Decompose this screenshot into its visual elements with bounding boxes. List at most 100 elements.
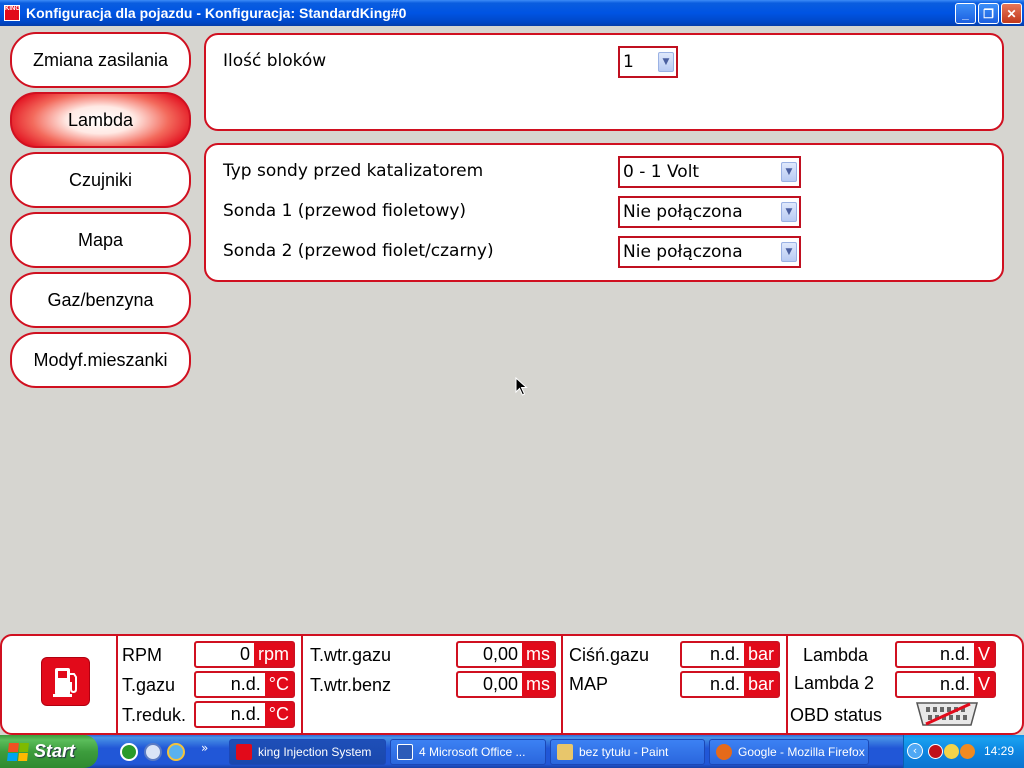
map-value: n.d. bbox=[709, 674, 740, 694]
lambda-value: n.d. bbox=[939, 644, 970, 664]
blocks-panel: Ilość bloków 1 ▼ bbox=[204, 33, 1004, 131]
cisn-gazu-label: Ciśń.gazu bbox=[569, 645, 650, 665]
taskbar-item-label: king Injection System bbox=[258, 745, 372, 759]
probe1-value: Nie połączona bbox=[623, 202, 743, 222]
title-bar[interactable]: KING Konfiguracja dla pojazdu - Konfigur… bbox=[0, 0, 1024, 26]
tray-messenger-icon[interactable] bbox=[944, 744, 959, 759]
lambda2-display: n.d. V bbox=[895, 671, 996, 698]
t-gazu-label: T.gazu bbox=[122, 675, 176, 695]
tray-collapse-button[interactable]: ‹ bbox=[907, 743, 923, 759]
taskbar-item-label: 4 Microsoft Office ... bbox=[419, 745, 526, 759]
internet-explorer-icon[interactable] bbox=[167, 743, 185, 761]
blocks-count-select[interactable]: 1 ▼ bbox=[618, 46, 678, 78]
probe2-label: Sonda 2 (przewod fiolet/czarny) bbox=[223, 241, 494, 261]
map-label: MAP bbox=[569, 674, 609, 694]
map-display: n.d. bar bbox=[680, 671, 780, 698]
map-unit: bar bbox=[743, 673, 778, 696]
status-divider bbox=[561, 636, 563, 733]
t-reduk-label: T.reduk. bbox=[122, 705, 187, 725]
rpm-label: RPM bbox=[122, 645, 162, 665]
start-label: Start bbox=[34, 741, 76, 761]
blocks-count-value: 1 bbox=[623, 52, 634, 72]
system-tray: ‹ 14:29 bbox=[903, 735, 1024, 768]
paint-icon bbox=[557, 744, 573, 760]
lambda-label: Lambda bbox=[803, 645, 869, 665]
taskbar-item-label: bez tytułu - Paint bbox=[579, 745, 669, 759]
utorrent-icon[interactable] bbox=[120, 743, 138, 761]
t-gazu-value: n.d. bbox=[230, 674, 261, 694]
blocks-count-label: Ilość bloków bbox=[223, 51, 327, 71]
lambda-display: n.d. V bbox=[895, 641, 996, 668]
nav-modyf-mieszanki[interactable]: Modyf.mieszanki bbox=[10, 332, 191, 388]
probe1-label: Sonda 1 (przewod fioletowy) bbox=[223, 201, 467, 221]
probe-type-label: Typ sondy przed katalizatorem bbox=[223, 161, 484, 181]
t-gazu-unit: °C bbox=[264, 673, 293, 696]
t-wtr-benz-label: T.wtr.benz bbox=[310, 675, 392, 695]
tray-record-icon[interactable] bbox=[928, 744, 943, 759]
chevron-down-icon[interactable]: ▼ bbox=[781, 242, 797, 262]
lambda-unit: V bbox=[973, 643, 994, 666]
chevron-down-icon[interactable]: ▼ bbox=[658, 52, 674, 72]
main-content: Zmiana zasilania Lambda Czujniki Mapa Ga… bbox=[0, 26, 1024, 634]
chevron-down-icon[interactable]: ▼ bbox=[781, 162, 797, 182]
fuel-pump-icon[interactable] bbox=[42, 658, 89, 705]
status-bar: RPM 0 rpm T.gazu n.d. °C T.reduk. n.d. °… bbox=[0, 634, 1024, 735]
probe-panel: Typ sondy przed katalizatorem 0 - 1 Volt… bbox=[204, 143, 1004, 282]
rpm-unit: rpm bbox=[254, 643, 293, 666]
explorer-icon[interactable] bbox=[144, 743, 162, 761]
quick-launch-more[interactable]: » bbox=[201, 741, 208, 755]
window-title: Konfiguracja dla pojazdu - Konfiguracja:… bbox=[26, 5, 407, 21]
king-app-icon: KING bbox=[4, 5, 20, 21]
clock: 14:29 bbox=[983, 744, 1014, 758]
nav-zmiana-zasilania[interactable]: Zmiana zasilania bbox=[10, 32, 191, 88]
taskbar-item-paint[interactable]: bez tytułu - Paint bbox=[550, 739, 705, 765]
taskbar-item-firefox[interactable]: Google - Mozilla Firefox bbox=[709, 739, 869, 765]
t-gazu-display: n.d. °C bbox=[194, 671, 295, 698]
rpm-display: 0 rpm bbox=[194, 641, 295, 668]
word-icon bbox=[397, 744, 413, 760]
nav-lambda[interactable]: Lambda bbox=[10, 92, 191, 148]
firefox-icon bbox=[716, 744, 732, 760]
cisn-gazu-value: n.d. bbox=[709, 644, 740, 664]
t-reduk-value: n.d. bbox=[230, 704, 261, 724]
status-divider bbox=[116, 636, 118, 733]
close-button[interactable]: ✕ bbox=[1001, 3, 1022, 24]
obd-connector-icon bbox=[916, 702, 978, 726]
t-wtr-gazu-display: 0,00 ms bbox=[456, 641, 556, 668]
probe2-select[interactable]: Nie połączona ▼ bbox=[618, 236, 801, 268]
taskbar-item-king[interactable]: king Injection System bbox=[229, 739, 386, 765]
t-wtr-gazu-unit: ms bbox=[522, 643, 554, 666]
minimize-button[interactable]: _ bbox=[955, 3, 976, 24]
obd-status-label: OBD status bbox=[790, 705, 883, 725]
taskbar: Start » king Injection System 4 Microsof… bbox=[0, 735, 1024, 768]
start-button[interactable]: Start bbox=[0, 735, 98, 768]
status-divider bbox=[301, 636, 303, 733]
nav-mapa[interactable]: Mapa bbox=[10, 212, 191, 268]
probe-type-value: 0 - 1 Volt bbox=[623, 162, 700, 182]
tray-update-icon[interactable] bbox=[960, 744, 975, 759]
taskbar-item-office[interactable]: 4 Microsoft Office ... bbox=[390, 739, 546, 765]
status-divider bbox=[786, 636, 788, 733]
mouse-cursor-icon bbox=[515, 377, 528, 396]
cisn-gazu-unit: bar bbox=[743, 643, 778, 666]
probe-type-select[interactable]: 0 - 1 Volt ▼ bbox=[618, 156, 801, 188]
lambda2-unit: V bbox=[973, 673, 994, 696]
t-wtr-benz-display: 0,00 ms bbox=[456, 671, 556, 698]
windows-logo-icon bbox=[7, 742, 29, 761]
probe1-select[interactable]: Nie połączona ▼ bbox=[618, 196, 801, 228]
lambda2-value: n.d. bbox=[939, 674, 970, 694]
taskbar-item-label: Google - Mozilla Firefox bbox=[738, 745, 865, 759]
t-wtr-benz-unit: ms bbox=[522, 673, 554, 696]
cisn-gazu-display: n.d. bar bbox=[680, 641, 780, 668]
nav-czujniki[interactable]: Czujniki bbox=[10, 152, 191, 208]
king-app-icon bbox=[236, 744, 252, 760]
t-wtr-gazu-label: T.wtr.gazu bbox=[310, 645, 392, 665]
lambda2-label: Lambda 2 bbox=[794, 673, 875, 693]
chevron-down-icon[interactable]: ▼ bbox=[781, 202, 797, 222]
probe2-value: Nie połączona bbox=[623, 242, 743, 262]
t-reduk-display: n.d. °C bbox=[194, 701, 295, 728]
nav-gaz-benzyna[interactable]: Gaz/benzyna bbox=[10, 272, 191, 328]
maximize-button[interactable]: ❐ bbox=[978, 3, 999, 24]
t-reduk-unit: °C bbox=[264, 703, 293, 726]
t-wtr-benz-value: 0,00 bbox=[482, 674, 518, 694]
